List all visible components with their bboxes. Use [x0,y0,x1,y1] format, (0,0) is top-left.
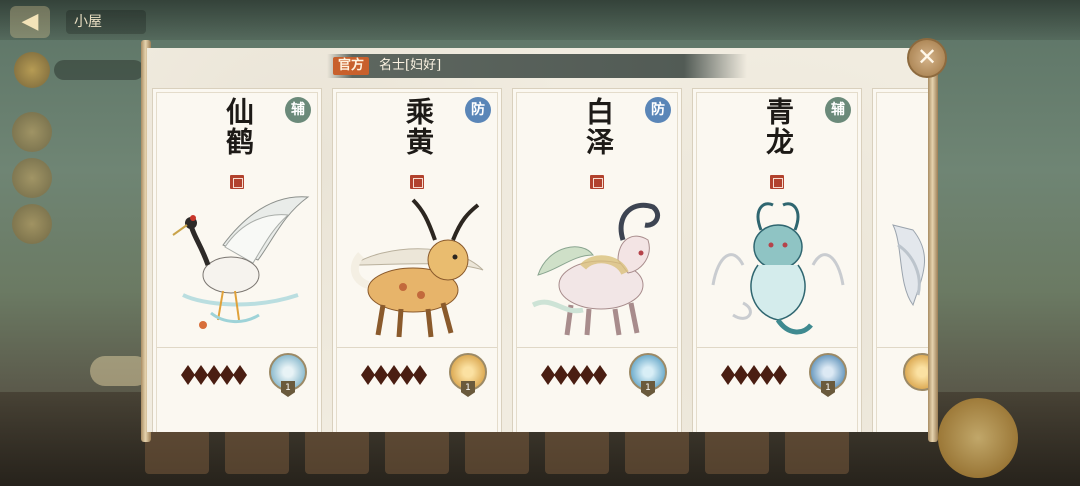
star-icon [400,365,414,385]
role-badge: 防 [645,97,671,123]
background-action-button [938,398,1018,478]
chenghuang-illustration [350,198,484,338]
beast-card[interactable]: 仙鹤 辅 1 [152,88,322,432]
baize-illustration [531,202,660,336]
star-icon [721,365,735,385]
star-icon [220,365,234,385]
official-tag: 官方 [333,57,370,75]
beast-name: 仙鹤 [222,97,255,157]
skill-icon[interactable]: 1 [449,353,487,397]
header-strip: 官方 名士[妇好] [327,54,747,78]
skill-icon[interactable]: 1 [629,353,667,397]
skill-level: 1 [281,381,295,397]
scroll-rod-right [928,40,938,442]
background-top-bar [0,0,1080,40]
role-badge: 辅 [285,97,311,123]
star-icon [194,365,208,385]
beast-name: 白泽 [582,97,615,157]
card-divider [877,347,932,348]
background-title: 小屋 [66,10,146,34]
beast-card[interactable]: 乘黄 防 1 [332,88,502,432]
side-button [12,204,52,244]
star-rating [721,365,787,385]
star-icon [773,365,787,385]
star-icon [413,365,427,385]
skill-icon[interactable]: 1 [809,353,847,397]
beast-card-partial[interactable] [872,88,932,432]
skill-level: 1 [821,381,835,397]
card-divider [697,347,857,348]
azure-dragon-illustration [711,202,845,335]
card-divider [157,347,317,348]
beast-card[interactable]: 白泽 防 1 [512,88,682,432]
role-badge: 辅 [825,97,851,123]
star-icon [760,365,774,385]
star-rating [541,365,607,385]
currency-bar [54,60,144,80]
star-icon [580,365,594,385]
skill-level: 1 [641,381,655,397]
card-divider [337,347,497,348]
skill-level: 1 [461,381,475,397]
currency-icon [14,52,50,88]
star-rating [361,365,427,385]
star-icon [734,365,748,385]
beast-name: 青龙 [762,97,795,157]
star-icon [233,365,247,385]
creator-name: 名士[妇好] [379,58,442,73]
back-button: ◀ [10,6,50,38]
crane-illustration [172,196,310,329]
beast-illustration-partial [892,224,926,307]
side-button [12,112,52,152]
star-icon [541,365,555,385]
star-icon [593,365,607,385]
beast-card[interactable]: 青龙 辅 1 [692,88,862,432]
star-icon [361,365,375,385]
beast-name: 乘黄 [402,97,435,157]
close-button[interactable]: ✕ [907,38,947,78]
team-panel: 官方 名士[妇好] 仙鹤 辅 1 乘黄 防 1 白泽 防 1 青龙 辅 1 [147,48,932,432]
side-button [12,158,52,198]
card-divider [517,347,677,348]
star-icon [387,365,401,385]
star-icon [567,365,581,385]
skill-icon[interactable]: 1 [269,353,307,397]
star-rating [181,365,247,385]
role-badge: 防 [465,97,491,123]
star-icon [747,365,761,385]
star-icon [554,365,568,385]
star-icon [207,365,221,385]
star-icon [181,365,195,385]
star-icon [374,365,388,385]
